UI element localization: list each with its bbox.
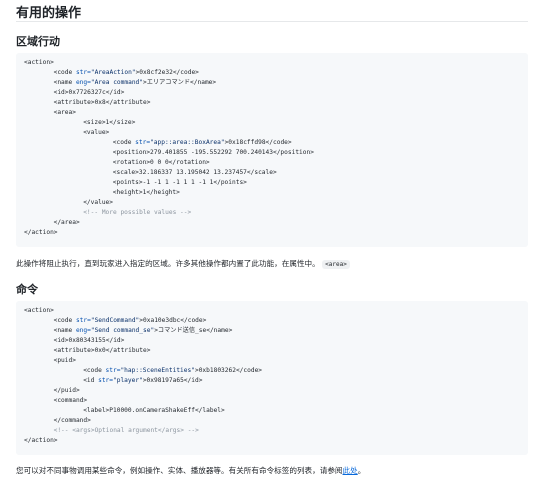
code-token: <name — [53, 327, 76, 334]
code-line: <points>-1 -1 1 -1 1 1 -1 1</points> — [24, 178, 528, 188]
code-token: >0x18cffd98</code> — [224, 139, 292, 146]
area-action-heading: 区域行动 — [16, 35, 60, 48]
code-token: eng= — [75, 79, 91, 86]
code-line: <rotation>0 0 0</rotation> — [24, 158, 528, 168]
code-token: <code — [53, 69, 76, 76]
code-token: <attribute>0x0</attribute> — [53, 347, 151, 354]
area-action-description: 此操作将阻止执行，直到玩家进入指定的区域。许多其他操作都内置了此功能，在属性中。… — [16, 258, 350, 269]
code-line: <id>0x7726327c</id> — [24, 88, 528, 98]
code-token: <position>279.401855 -195.552292 700.240… — [112, 149, 314, 156]
code-token: <action> — [24, 59, 54, 66]
code-token: <value> — [83, 129, 110, 136]
code-token: eng= — [75, 327, 91, 334]
code-line: </area> — [24, 218, 528, 228]
code-token: >エリアコマンド</name> — [143, 79, 217, 86]
code-token: <size>1</size> — [83, 119, 136, 126]
code-line: <name eng="Send command_se">コマンド送信_se</n… — [24, 326, 528, 336]
code-token: str= — [135, 139, 151, 146]
code-line: <id>0x80343155</id> — [24, 336, 528, 346]
code-token: <area> — [53, 109, 76, 116]
code-token: "hap::SceneEntities" — [120, 367, 195, 374]
code-token: </action> — [24, 437, 58, 444]
code-line: </value> — [24, 198, 528, 208]
code-token: </action> — [24, 229, 58, 236]
area-inline-code: <area> — [322, 260, 350, 269]
code-token: >0xb1803262</code> — [194, 367, 263, 374]
code-token: <points>-1 -1 1 -1 1 1 -1 1</points> — [112, 179, 247, 186]
command-description-text: 您可以对不同事物调用某些命令，例如操作、实体、播放器等。有关所有命令标签的列表，… — [16, 466, 343, 475]
code-token: str= — [98, 377, 113, 384]
code-line: <attribute>0x8</attribute> — [24, 98, 528, 108]
code-line: <attribute>0x0</attribute> — [24, 346, 528, 356]
code-token: str= — [75, 317, 91, 324]
code-token: <height>1</height> — [112, 189, 180, 196]
command-list-link[interactable]: 此处 — [343, 466, 358, 475]
code-token: <puid> — [53, 357, 76, 364]
code-token: >0x98197a65</id> — [142, 377, 203, 384]
code-token: </command> — [53, 417, 91, 424]
code-line: <action> — [24, 306, 528, 316]
code-line: <size>1</size> — [24, 118, 528, 128]
code-token: str= — [75, 69, 91, 76]
code-token: "player" — [113, 377, 143, 384]
code-token: <action> — [24, 307, 54, 314]
code-token: <rotation>0 0 0</rotation> — [112, 159, 210, 166]
code-line: <area> — [24, 108, 528, 118]
code-line: <!-- <args>Optional argument</args> --> — [24, 426, 528, 436]
code-line: <code str="app::area::BoxArea">0x18cffd9… — [24, 138, 528, 148]
code-line: <!-- More possible values --> — [24, 208, 528, 218]
code-line: <id str="player">0x98197a65</id> — [24, 376, 528, 386]
code-token: </value> — [83, 199, 113, 206]
code-token: <!-- More possible values --> — [83, 209, 192, 216]
code-token: >0xa10e3dbc</code> — [139, 317, 207, 324]
code-token: <name — [53, 79, 76, 86]
code-token: >コマンド送信_se</name> — [154, 327, 233, 334]
section-divider — [16, 21, 528, 22]
code-token: str= — [105, 367, 121, 374]
code-line: <code str="hap::SceneEntities">0xb180326… — [24, 366, 528, 376]
code-line: <label>P10000.onCameraShakeEff</label> — [24, 406, 528, 416]
code-line: </command> — [24, 416, 528, 426]
code-line: <command> — [24, 396, 528, 406]
code-token: <scale>32.186337 13.195042 13.237457</sc… — [112, 169, 277, 176]
code-token: <attribute>0x8</attribute> — [53, 99, 151, 106]
code-token: <code — [53, 317, 76, 324]
code-line: <height>1</height> — [24, 188, 528, 198]
code-token: <id — [83, 377, 99, 384]
code-token: "Send command_se" — [90, 327, 155, 334]
code-line: </action> — [24, 228, 528, 238]
command-description-end: 。 — [357, 466, 366, 475]
code-token: <label>P10000.onCameraShakeEff</label> — [83, 407, 225, 414]
code-line: <scale>32.186337 13.195042 13.237457</sc… — [24, 168, 528, 178]
code-token: >0x8cf2e32</code> — [135, 69, 199, 76]
code-line: <code str="AreaAction">0x8cf2e32</code> — [24, 68, 528, 78]
code-token: "Area command" — [90, 79, 144, 86]
code-line: </puid> — [24, 386, 528, 396]
code-token: <!-- <args>Optional argument</args> --> — [53, 427, 199, 434]
code-line: </action> — [24, 436, 528, 446]
code-line: <position>279.401855 -195.552292 700.240… — [24, 148, 528, 158]
code-token: <id>0x7726327c</id> — [53, 89, 125, 96]
code-token: </area> — [53, 219, 80, 226]
code-token: "AreaAction" — [90, 69, 136, 76]
code-line: <action> — [24, 58, 528, 68]
code-line: <puid> — [24, 356, 528, 366]
code-line: <name eng="Area command">エリアコマンド</name> — [24, 78, 528, 88]
code-token: <code — [83, 367, 106, 374]
command-description: 您可以对不同事物调用某些命令，例如操作、实体、播放器等。有关所有命令标签的列表，… — [16, 465, 365, 476]
command-heading: 命令 — [16, 283, 38, 296]
code-line: <value> — [24, 128, 528, 138]
code-token: <code — [112, 139, 136, 146]
code-line: <code str="SendCommand">0xa10e3dbc</code… — [24, 316, 528, 326]
code-token: "app::area::BoxArea" — [150, 139, 225, 146]
code-token: <id>0x80343155</id> — [53, 337, 125, 344]
area-action-description-text: 此操作将阻止执行，直到玩家进入指定的区域。许多其他操作都内置了此功能，在属性中。 — [16, 259, 320, 268]
code-token: </puid> — [53, 387, 80, 394]
section-title: 有用的操作 — [16, 6, 82, 21]
code-token: "SendCommand" — [90, 317, 140, 324]
code-token: <command> — [53, 397, 88, 404]
area-action-code-block[interactable]: <action> <code str="AreaAction">0x8cf2e32… — [16, 53, 528, 247]
command-code-block[interactable]: <action> <code str="SendCommand">0xa10e3d… — [16, 301, 528, 455]
